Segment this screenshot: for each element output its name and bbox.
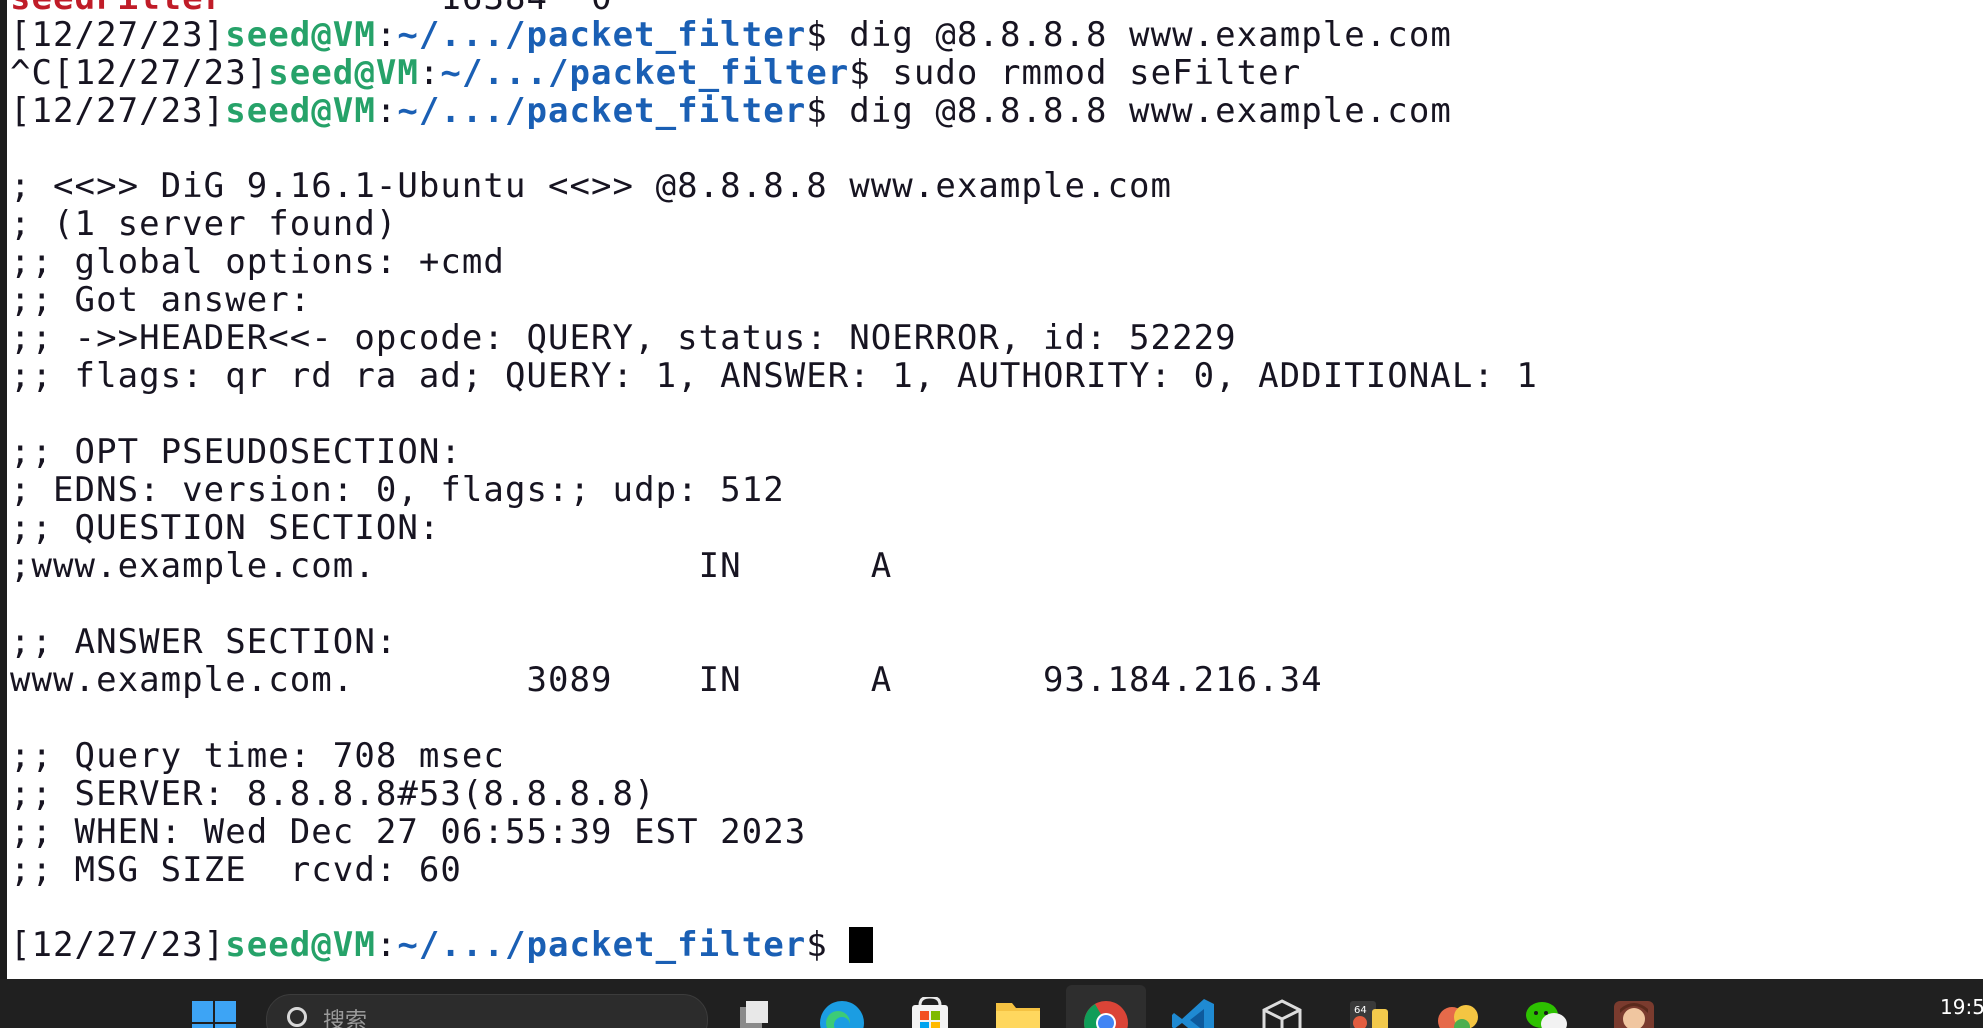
task-view-icon[interactable] (730, 997, 778, 1028)
prompt-dollar: $ (849, 53, 871, 93)
dig-output-line: ;; ANSWER SECTION: (10, 622, 398, 662)
prompt-path: ~/.../packet_filter (397, 91, 807, 131)
dig-output-line: ;; Query time: 708 msec (10, 736, 505, 776)
prompt-dollar: $ (806, 91, 828, 131)
prompt-path: ~/.../packet_filter (397, 15, 807, 55)
terminal-cursor[interactable] (849, 927, 874, 963)
prompt-date: [12/27/23] (10, 15, 226, 55)
dig-output-line: ;; ->>HEADER<<- opcode: QUERY, status: N… (10, 318, 1237, 358)
windows-taskbar: 搜索 64 19:5 (0, 979, 1983, 1028)
store-icon[interactable] (906, 995, 954, 1028)
dig-output-line: ;; SERVER: 8.8.8.8#53(8.8.8.8) (10, 774, 656, 814)
prompt-path: ~/.../packet_filter (440, 53, 850, 93)
avatar-app-icon[interactable] (1610, 997, 1658, 1028)
prompt-separator: : (375, 15, 398, 55)
virtualbox-icon[interactable] (1258, 997, 1306, 1028)
svg-text:64: 64 (1354, 1005, 1367, 1016)
prompt-line: [12/27/23]seed@VM:~/.../packet_filter$ d… (10, 16, 1452, 54)
dig-output-line: ;; OPT PSEUDOSECTION: (10, 432, 462, 472)
prompt-dollar: $ (806, 15, 828, 55)
prompt-user-host: seed@VM (225, 15, 376, 55)
command-text: dig @8.8.8.8 www.example.com (827, 15, 1452, 55)
dig-output-line: ;; QUESTION SECTION: (10, 508, 441, 548)
wechat-icon[interactable] (1522, 997, 1570, 1028)
app-64-icon[interactable]: 64 (1346, 997, 1394, 1028)
prompt-separator: : (375, 925, 398, 965)
prompt-line-current[interactable]: [12/27/23]seed@VM:~/.../packet_filter$ (10, 925, 874, 965)
dig-output-line: ; <<>> DiG 9.16.1-Ubuntu <<>> @8.8.8.8 w… (10, 166, 1173, 206)
dig-output-line: ; (1 server found) (10, 204, 398, 244)
terminal-left-border (0, 0, 7, 979)
ctrl-c-marker: ^C (10, 53, 54, 93)
terminal-window[interactable]: seedFilter 16384 0 [12/27/23]seed@VM:~/.… (0, 0, 1983, 979)
prompt-line: ^C[12/27/23]seed@VM:~/.../packet_filter$… (10, 54, 1301, 92)
vscode-icon[interactable] (1170, 997, 1218, 1028)
prompt-dollar: $ (806, 925, 828, 965)
game-icon[interactable] (1434, 997, 1482, 1028)
prompt-date: [12/27/23] (10, 91, 226, 131)
search-icon (287, 1007, 307, 1027)
windows-start-icon[interactable] (190, 997, 238, 1028)
edge-icon[interactable] (818, 997, 866, 1028)
dig-output-line: ;; Got answer: (10, 280, 312, 320)
file-explorer-icon[interactable] (994, 997, 1042, 1028)
prompt-line: [12/27/23]seed@VM:~/.../packet_filter$ d… (10, 92, 1452, 130)
dig-output-line: ;; MSG SIZE rcvd: 60 (10, 850, 462, 890)
prompt-path: ~/.../packet_filter (397, 925, 807, 965)
prompt-date: [12/27/23] (10, 925, 226, 965)
dig-output-line: ;; WHEN: Wed Dec 27 06:55:39 EST 2023 (10, 812, 807, 852)
prompt-date: [12/27/23] (53, 53, 269, 93)
dig-output-line: ; EDNS: version: 0, flags:; udp: 512 (10, 470, 785, 510)
chrome-icon[interactable] (1082, 997, 1130, 1028)
dig-output-line: ;www.example.com. IN A (10, 546, 893, 586)
taskbar-search-box[interactable]: 搜索 (266, 994, 708, 1028)
dig-output-line: ;; flags: qr rd ra ad; QUERY: 1, ANSWER:… (10, 356, 1538, 396)
prompt-separator: : (375, 91, 398, 131)
prompt-separator: : (418, 53, 441, 93)
command-text: sudo rmmod seFilter (870, 53, 1302, 93)
dig-output-line: www.example.com. 3089 IN A 93.184.216.34 (10, 660, 1323, 700)
prompt-user-host: seed@VM (225, 925, 376, 965)
prompt-user-host: seed@VM (225, 91, 376, 131)
prompt-user-host: seed@VM (268, 53, 419, 93)
taskbar-clock[interactable]: 19:5 (1940, 995, 1983, 1019)
command-text: dig @8.8.8.8 www.example.com (827, 91, 1452, 131)
search-placeholder: 搜索 (323, 1009, 368, 1028)
dig-output-line: ;; global options: +cmd (10, 242, 505, 282)
